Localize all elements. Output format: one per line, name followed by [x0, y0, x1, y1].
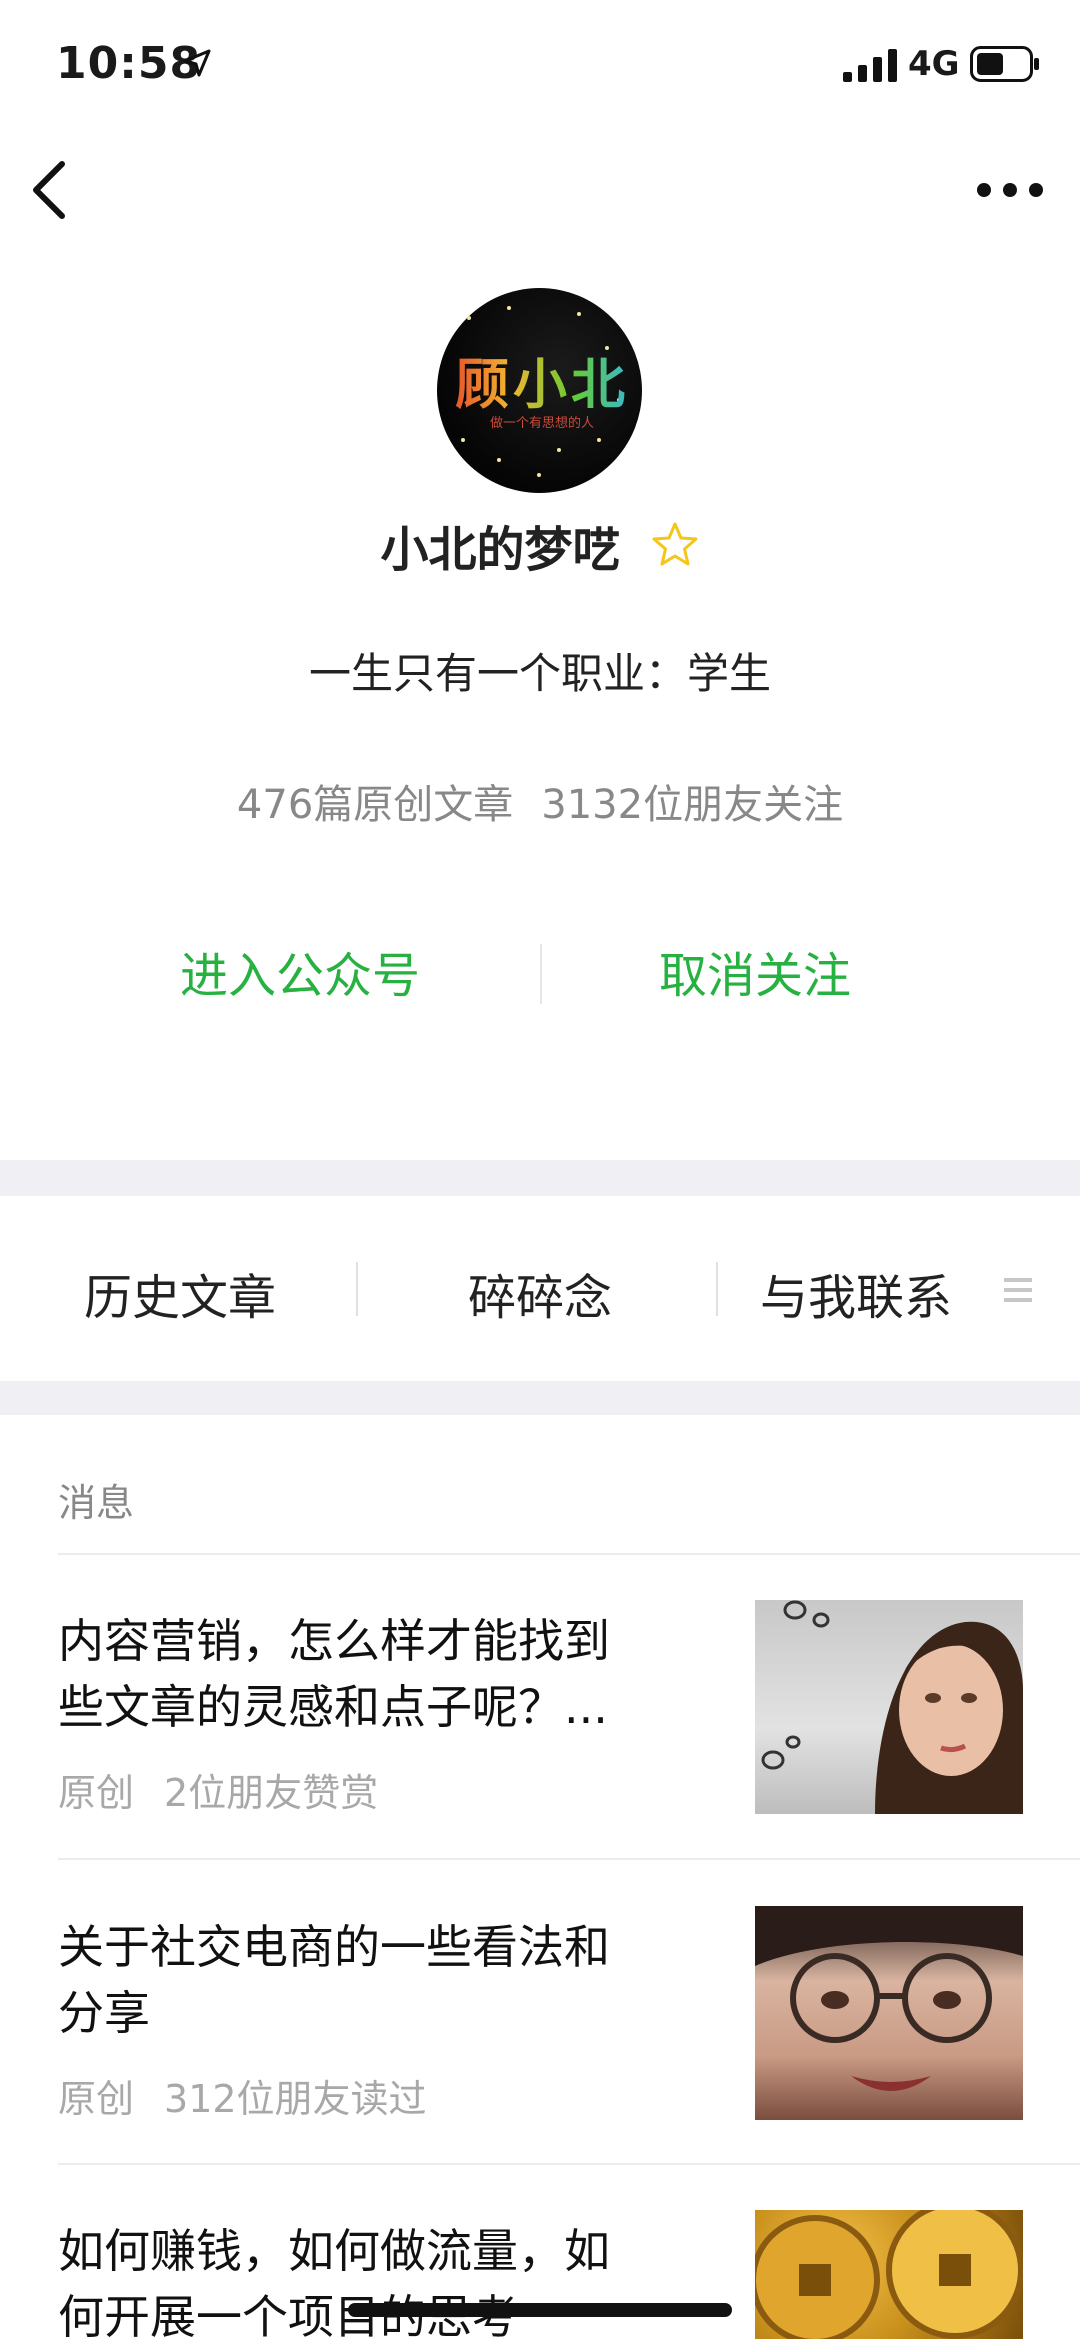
account-name: 小北的梦呓 [380, 522, 621, 578]
messages-section-title: 消息 [58, 1481, 135, 1525]
menu-bar: 历史文章 碎碎念 与我联系 [0, 1196, 1080, 1381]
menu-musings[interactable]: 碎碎念 [360, 1258, 720, 1328]
divider-line [58, 1553, 1080, 1555]
article-title-line: 些文章的灵感和点子呢？... [58, 1680, 608, 1734]
article-title-line: 分享 [58, 1986, 150, 2040]
divider-line [58, 2163, 1080, 2165]
article-stat: 2位朋友赞赏 [164, 1771, 379, 1815]
article-meta: 原创 2位朋友赞赏 [58, 1762, 378, 1817]
article-title[interactable]: 关于社交电商的一些看法和 分享 [58, 1914, 678, 2046]
article-stat: 312位朋友读过 [164, 2077, 427, 2121]
article-title[interactable]: 如何赚钱，如何做流量，如 何开展一个项目的思考 [58, 2218, 678, 2350]
avatar-logo-text: 顾小北 [447, 340, 637, 419]
menu-divider [356, 1262, 358, 1316]
gold-coins-image [755, 2210, 1023, 2339]
signal-icon [843, 49, 897, 82]
unfollow-button[interactable]: 取消关注 [535, 936, 975, 1006]
article-title[interactable]: 内容营销，怎么样才能找到 些文章的灵感和点子呢？... [58, 1608, 678, 1740]
follower-count: 3132位朋友关注 [541, 782, 844, 828]
thinking-woman-image [761, 1600, 1023, 1814]
avatar-logo-subtext: 做一个有思想的人 [489, 416, 594, 431]
divider-line [58, 1858, 1080, 1860]
avatar: 顾小北 做一个有思想的人 [437, 288, 642, 493]
article-thumbnail[interactable] [755, 1906, 1023, 2120]
menu-list-icon [1004, 1278, 1032, 1302]
network-label: 4G [908, 44, 960, 84]
article-title-line: 关于社交电商的一些看法和 [58, 1920, 610, 1974]
article-meta: 原创 312位朋友读过 [58, 2068, 427, 2123]
star-icon [652, 522, 698, 566]
account-bio: 一生只有一个职业：学生 [308, 649, 771, 698]
article-tag: 原创 [58, 1771, 135, 1815]
account-stats: 476篇原创文章 3132位朋友关注 [0, 772, 1080, 830]
article-thumbnail[interactable] [755, 1600, 1023, 1814]
status-time: 10:58 [56, 38, 202, 89]
action-row: 进入公众号 取消关注 [0, 936, 1080, 1016]
article-title-line: 如何赚钱，如何做流量，如 [58, 2224, 610, 2278]
woman-glasses-image [755, 1906, 1023, 2091]
enter-account-button[interactable]: 进入公众号 [80, 936, 520, 1006]
section-divider [0, 1160, 1080, 1196]
profile-name-row: 小北的梦呓 [0, 510, 1080, 580]
menu-history-articles[interactable]: 历史文章 [0, 1258, 360, 1328]
article-tag: 原创 [58, 2077, 135, 2121]
menu-contact[interactable]: 与我联系 [706, 1258, 1006, 1328]
section-divider [0, 1381, 1080, 1415]
location-arrow-icon [183, 49, 211, 77]
status-bar: 10:58 4G [0, 0, 1080, 130]
article-count: 476篇原创文章 [236, 782, 514, 828]
back-chevron-icon[interactable] [20, 150, 80, 230]
article-title-line: 内容营销，怎么样才能找到 [58, 1614, 610, 1668]
article-thumbnail[interactable] [755, 2210, 1023, 2339]
home-indicator[interactable] [348, 2303, 732, 2317]
article-title-line: 何开展一个项目的思考 [58, 2290, 518, 2344]
battery-icon [970, 46, 1039, 82]
more-options-icon[interactable] [970, 170, 1050, 210]
